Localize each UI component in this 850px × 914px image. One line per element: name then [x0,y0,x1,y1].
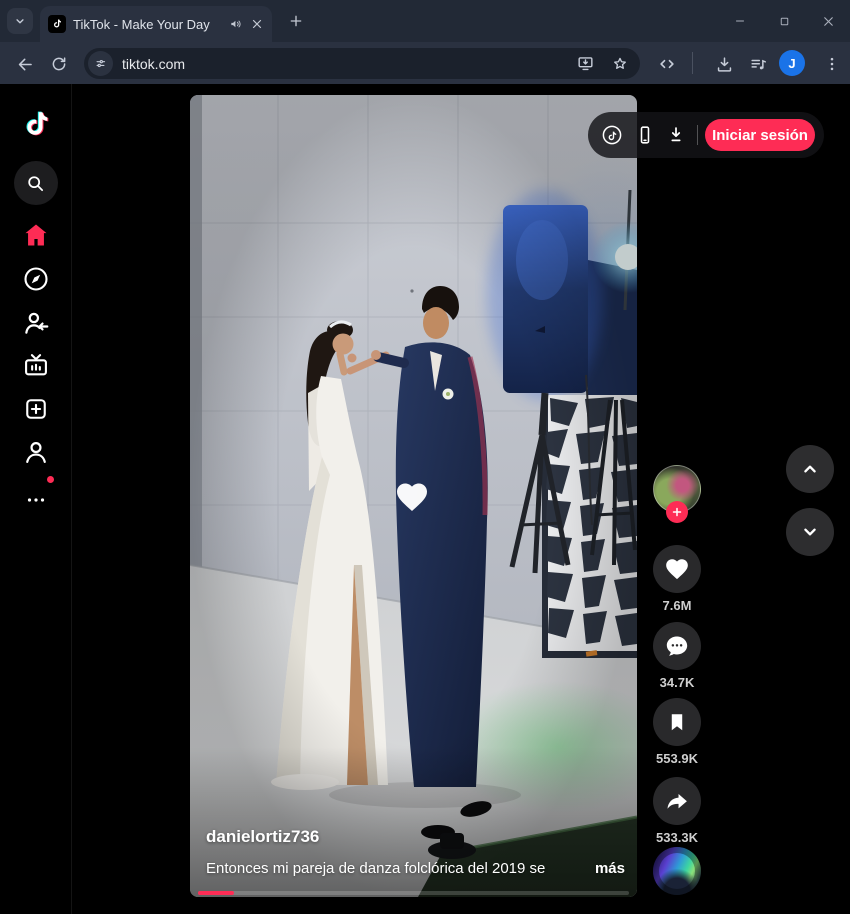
bookmark-page-button[interactable] [611,55,629,73]
window-controls [718,0,850,42]
playlist-music-icon [750,59,766,69]
heart-icon [666,559,688,580]
code-icon [660,59,674,69]
sidebar [0,84,72,914]
maximize-icon [780,17,788,25]
video-player: danielortiz736 Entonces mi pareja de dan… [190,95,637,897]
tab-strip: TikTok - Make Your Day [0,0,850,42]
chevron-up-icon [804,465,816,473]
author-username[interactable]: danielortiz736 [206,827,625,847]
browser-profile-avatar[interactable]: J [779,50,805,76]
sidebar-search-button[interactable] [13,161,58,205]
close-icon [823,16,833,26]
header-overlay: Iniciar sesión [588,112,824,158]
tab-close-icon[interactable] [250,17,264,31]
video-meta: danielortiz736 Entonces mi pareja de dan… [206,827,625,877]
tiktok-coin-icon[interactable] [600,123,624,147]
chevron-down-icon [16,19,24,24]
share-count: 533.3K [656,830,698,845]
notification-dot [46,476,54,483]
sidebar-home-button[interactable] [22,221,50,249]
home-icon [25,224,46,246]
next-video-button[interactable] [786,508,834,556]
caption-more-button[interactable]: más [595,860,625,877]
live-tv-icon [24,354,47,376]
previous-video-button[interactable] [786,445,834,493]
comment-group: 34.7K [653,622,701,690]
install-app-button[interactable] [576,54,595,73]
extension-code-button[interactable] [654,51,680,77]
like-count: 7.6M [662,598,692,613]
follow-button[interactable] [666,501,688,523]
new-tab-button[interactable] [284,9,308,33]
video-progress-fill [198,891,234,895]
sidebar-more-button[interactable] [24,476,54,508]
browser-menu-button[interactable] [819,51,845,77]
comment-icon [666,636,688,656]
user-follow-icon [24,312,48,334]
download-video-button[interactable] [665,124,687,146]
user-icon [25,442,46,464]
close-window-button[interactable] [806,0,850,42]
like-group: 7.6M [653,545,701,613]
browser-window: TikTok - Make Your Day tiktok.com J dani… [0,0,850,914]
sidebar-following-button[interactable] [21,308,51,338]
plus-icon [290,15,302,27]
maximize-button[interactable] [762,0,806,42]
address-bar[interactable]: tiktok.com [84,48,640,79]
browser-tab[interactable]: TikTok - Make Your Day [40,6,272,42]
reload-icon [52,57,66,71]
bookmark-icon [671,714,683,731]
url-text[interactable]: tiktok.com [122,56,576,72]
sidebar-explore-button[interactable] [22,265,50,293]
download-tray-icon [717,56,731,72]
login-button[interactable]: Iniciar sesión [705,119,815,151]
tab-audio-icon[interactable] [229,17,243,31]
sidebar-profile-button[interactable] [22,438,50,466]
reload-button[interactable] [46,51,72,77]
video-content[interactable] [190,95,637,897]
tab-title: TikTok - Make Your Day [73,16,210,32]
back-arrow-icon [18,58,32,70]
share-icon [667,793,687,809]
back-button[interactable] [12,51,38,77]
minimize-icon [735,20,745,22]
plus-square-icon [25,399,46,419]
favorite-count: 553.9K [656,751,698,766]
search-icon [28,175,44,191]
tiktok-favicon [48,15,66,33]
media-control-button[interactable] [745,51,771,77]
phone-icon [640,126,650,144]
sound-disc[interactable] [653,847,701,895]
share-group: 533.3K [653,777,701,845]
favorite-button[interactable] [653,698,701,746]
tiktok-logo[interactable] [19,106,53,144]
tiktok-app: danielortiz736 Entonces mi pareja de dan… [0,84,850,914]
comment-count: 34.7K [659,675,695,690]
toolbar-separator [692,52,693,74]
sidebar-upload-button[interactable] [22,395,50,423]
favorite-group: 553.9K [653,698,701,766]
ellipsis-icon [27,498,44,502]
chevron-down-icon [804,528,816,536]
overlay-separator [697,125,698,145]
tab-search-button[interactable] [7,8,33,34]
comment-button[interactable] [653,622,701,670]
sidebar-live-button[interactable] [22,351,50,379]
downloads-button[interactable] [711,51,737,77]
plus-icon [672,507,682,517]
monitor-download-icon [578,57,593,71]
star-icon [614,57,626,69]
video-progress-bar[interactable] [198,891,629,895]
kebab-menu-icon [830,57,834,71]
site-info-button[interactable] [88,51,113,76]
share-button[interactable] [653,777,701,825]
video-caption: Entonces mi pareja de danza folclórica d… [206,860,546,877]
site-settings-icon [96,59,106,68]
get-app-button[interactable] [634,124,656,146]
download-icon [671,127,681,142]
compass-icon [23,267,48,291]
like-button[interactable] [653,545,701,593]
minimize-button[interactable] [718,0,762,42]
